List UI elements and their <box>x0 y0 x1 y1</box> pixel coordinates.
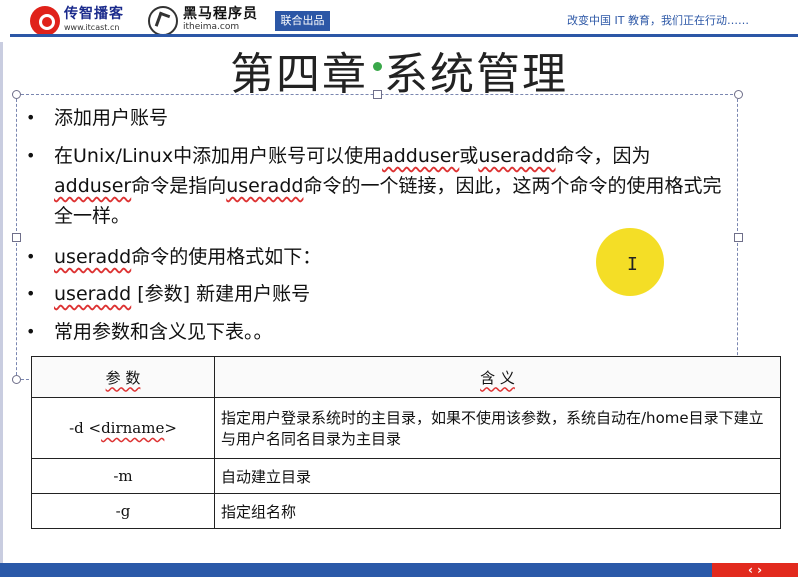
bullet-dot-icon: • <box>26 284 36 303</box>
slide-header: 传智播客 www.itcast.cn 黑马程序员 itheima.com 联合出… <box>0 0 798 42</box>
joint-badge: 联合出品 <box>275 11 330 31</box>
header-meaning: 含 义 <box>214 356 781 398</box>
param-cell: -g <box>31 493 215 529</box>
text-cursor-icon: I <box>627 254 638 275</box>
desc-cell: 指定组名称 <box>214 493 781 529</box>
header-divider <box>10 34 798 37</box>
bullet-item: • 添加用户账号 <box>26 103 724 133</box>
resize-handle-top[interactable] <box>373 90 382 99</box>
slogan: 改变中国 IT 教育，我们正在行动…… <box>567 14 749 27</box>
itheima-name: 黑马程序员 <box>183 6 258 22</box>
bullet-dot-icon: • <box>26 322 36 341</box>
itheima-url: itheima.com <box>183 22 240 32</box>
slide-nav-button[interactable]: ‹ › <box>712 563 798 577</box>
params-table[interactable]: 参 数 含 义 -d <dirname> 指定用户登录系统时的主目录，如果不使用… <box>31 356 781 529</box>
table-row: -g 指定组名称 <box>31 493 781 529</box>
resize-handle-right[interactable] <box>734 233 743 242</box>
resize-handle-top-left[interactable] <box>12 90 21 99</box>
table-row: -m 自动建立目录 <box>31 458 781 494</box>
slide-title[interactable]: 第四章 系统管理 <box>0 38 798 102</box>
table-row: -d <dirname> 指定用户登录系统时的主目录，如果不使用该参数，系统自动… <box>31 397 781 459</box>
desc-cell: 自动建立目录 <box>214 458 781 494</box>
resize-handle-left[interactable] <box>12 233 21 242</box>
itcast-logo-icon <box>30 6 60 36</box>
rotate-handle[interactable] <box>373 62 382 71</box>
itcast-url: www.itcast.cn <box>64 23 120 32</box>
param-cell: -m <box>31 458 215 494</box>
bullet-dot-icon: • <box>26 247 36 266</box>
resize-handle-top-right[interactable] <box>734 90 743 99</box>
resize-handle-bottom-left[interactable] <box>12 375 21 384</box>
itcast-logo: 传智播客 www.itcast.cn <box>30 6 124 36</box>
itcast-name: 传智播客 <box>64 6 124 22</box>
bullet-item: • 在Unix/Linux中添加用户账号可以使用adduser或useradd命… <box>26 141 724 231</box>
desc-cell: 指定用户登录系统时的主目录，如果不使用该参数，系统自动在/home目录下建立与用… <box>214 397 781 459</box>
table-header-row: 参 数 含 义 <box>31 356 781 398</box>
bullet-dot-icon: • <box>26 108 36 127</box>
bullet-dot-icon: • <box>26 146 36 165</box>
param-cell: -d <dirname> <box>31 397 215 459</box>
itheima-logo: 黑马程序员 itheima.com <box>148 6 258 36</box>
footer-bar <box>0 563 798 577</box>
bullet-item: • 常用参数和含义见下表。。 <box>26 317 724 347</box>
header-param: 参 数 <box>31 356 215 398</box>
itheima-logo-icon <box>148 6 178 36</box>
